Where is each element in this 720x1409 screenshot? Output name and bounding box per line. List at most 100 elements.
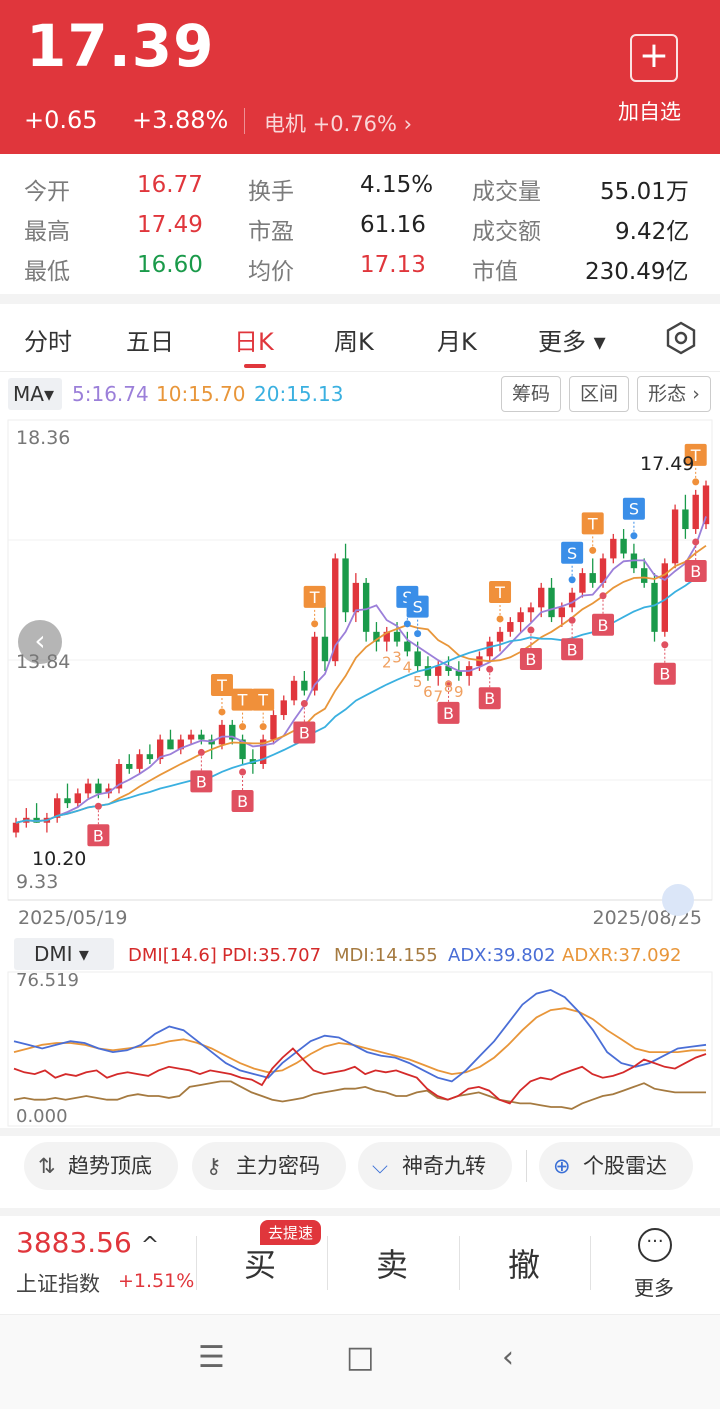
turnover-value: 4.15% [360, 172, 434, 198]
signal-dot [239, 768, 247, 776]
signal-T-label: T [237, 691, 248, 710]
ma20-value: 20:15.13 [254, 382, 344, 406]
signal-B-label: B [299, 723, 310, 742]
candle-body [301, 680, 308, 691]
dmi-panel[interactable]: DMI ▾ DMI[14.6] PDI:35.707 MDI:14.155 AD… [0, 938, 720, 1128]
sell-button[interactable]: 卖 [376, 1240, 408, 1286]
turnover-label: 换手 [248, 179, 294, 205]
signal-dot [197, 748, 205, 756]
candle-body [84, 783, 92, 794]
candle-body [167, 739, 174, 750]
tab-five-day[interactable]: 五日 [126, 322, 174, 357]
cancel-order-button[interactable]: 撤 [508, 1240, 540, 1286]
candle-body [290, 680, 298, 701]
menu-icon[interactable]: ☰ [198, 1340, 225, 1375]
signal-dot [527, 626, 535, 634]
candle-body [187, 734, 195, 740]
section-divider [0, 1208, 720, 1216]
candle-body [218, 724, 226, 745]
tab-monthly-k[interactable]: 月K [437, 322, 477, 357]
index-value[interactable]: 3883.56 ^ [16, 1226, 159, 1259]
candle-body [589, 573, 596, 583]
trend-top-bottom-button[interactable]: ⇅ 趋势顶底 [24, 1142, 178, 1190]
mktcap-label: 市值 [472, 259, 518, 285]
pattern-button[interactable]: 形态 › [637, 376, 711, 412]
dmi-ymax: 76.519 [16, 970, 79, 991]
signal-S-label: S [629, 500, 639, 519]
signal-T-label: T [309, 588, 320, 607]
candle-body [527, 607, 535, 613]
fullscreen-icon[interactable] [662, 884, 694, 916]
signal-dot [403, 620, 411, 628]
more-button[interactable]: 更多 [634, 1272, 674, 1301]
settings-icon[interactable] [664, 320, 698, 360]
tab-more[interactable]: 更多 ▾ [538, 322, 606, 357]
nine-count-digit: 2 [382, 653, 392, 671]
chip-label: 主力密码 [236, 1154, 320, 1178]
speedup-badge[interactable]: 去提速 [260, 1220, 322, 1245]
section-divider [0, 1128, 720, 1136]
signal-B-label: B [484, 689, 495, 708]
home-icon[interactable]: □ [346, 1340, 374, 1375]
signal-dot [414, 630, 422, 638]
candle-body [651, 582, 658, 632]
candle-body [641, 568, 648, 583]
mktcap-value: 230.49亿 [585, 259, 689, 285]
nine-count-digit: 3 [392, 649, 402, 667]
dmi-adxr: ADXR:37.092 [562, 945, 682, 966]
candle-body [95, 783, 102, 794]
nine-count-digit: 7 [433, 688, 443, 706]
pe-value: 61.16 [360, 212, 426, 238]
magic-nine-button[interactable]: ⌵ 神奇九转 [358, 1142, 512, 1190]
radar-icon: ⊕ [553, 1154, 571, 1178]
divider [590, 1236, 591, 1290]
buy-button[interactable]: 买 [244, 1240, 276, 1286]
divider [459, 1236, 460, 1290]
more-icon[interactable]: ··· [638, 1228, 672, 1262]
nine-count-digit: 4 [403, 658, 413, 676]
dmi-dropdown[interactable]: DMI ▾ [34, 942, 89, 966]
signal-dot [259, 723, 267, 731]
dmi-title: DMI[14.6] [128, 945, 217, 966]
stock-radar-button[interactable]: ⊕ 个股雷达 [539, 1142, 693, 1190]
signal-dot [496, 615, 504, 623]
sector-link[interactable]: 电机 +0.76% › [264, 108, 412, 138]
tab-weekly-k[interactable]: 周K [334, 322, 374, 357]
plus-icon[interactable]: + [630, 34, 678, 82]
signal-dot [239, 723, 247, 731]
divider [196, 1236, 197, 1290]
signal-B-label: B [659, 665, 670, 684]
section-divider [0, 294, 720, 304]
chip-label: 趋势顶底 [68, 1154, 152, 1178]
current-price: 17.39 [26, 12, 215, 80]
candle-body [671, 509, 679, 564]
tab-daily-k[interactable]: 日K [234, 322, 274, 357]
chip-label: 神奇九转 [402, 1154, 486, 1178]
back-icon[interactable]: ‹ [502, 1340, 514, 1375]
range-button[interactable]: 区间 [569, 376, 629, 412]
chip-distribution-button[interactable]: 筹码 [501, 376, 561, 412]
add-watchlist-button[interactable]: 加自选 [618, 96, 681, 126]
open-label: 今开 [24, 179, 70, 205]
dmi-mdi: MDI:14.155 [334, 945, 438, 966]
dmi-ymin: 0.000 [16, 1106, 68, 1127]
tab-intraday[interactable]: 分时 [24, 322, 72, 357]
tabs-divider [0, 371, 720, 372]
signal-B-label: B [443, 704, 454, 723]
y-label-top: 18.36 [16, 427, 70, 449]
signal-B-label: B [93, 826, 104, 845]
main-force-code-button[interactable]: ⚷ 主力密码 [192, 1142, 346, 1190]
volume-value: 55.01万 [600, 179, 689, 205]
kline-chart[interactable]: 18.36 13.84 9.33 2025/05/19 2025/08/25 B… [0, 418, 720, 938]
signal-T-label: T [216, 676, 227, 695]
candle-body [548, 587, 555, 618]
chip-label: 个股雷达 [583, 1154, 667, 1178]
signal-dot [692, 478, 700, 486]
indicator-dropdown[interactable]: MA▾ [8, 378, 62, 410]
index-name: 上证指数 [16, 1272, 100, 1296]
avg-label: 均价 [248, 259, 294, 285]
price-change: +0.65 [24, 106, 98, 134]
signal-B-label: B [237, 792, 248, 811]
avg-value: 17.13 [360, 252, 426, 278]
chevron-left-icon[interactable]: ‹ [18, 620, 62, 664]
